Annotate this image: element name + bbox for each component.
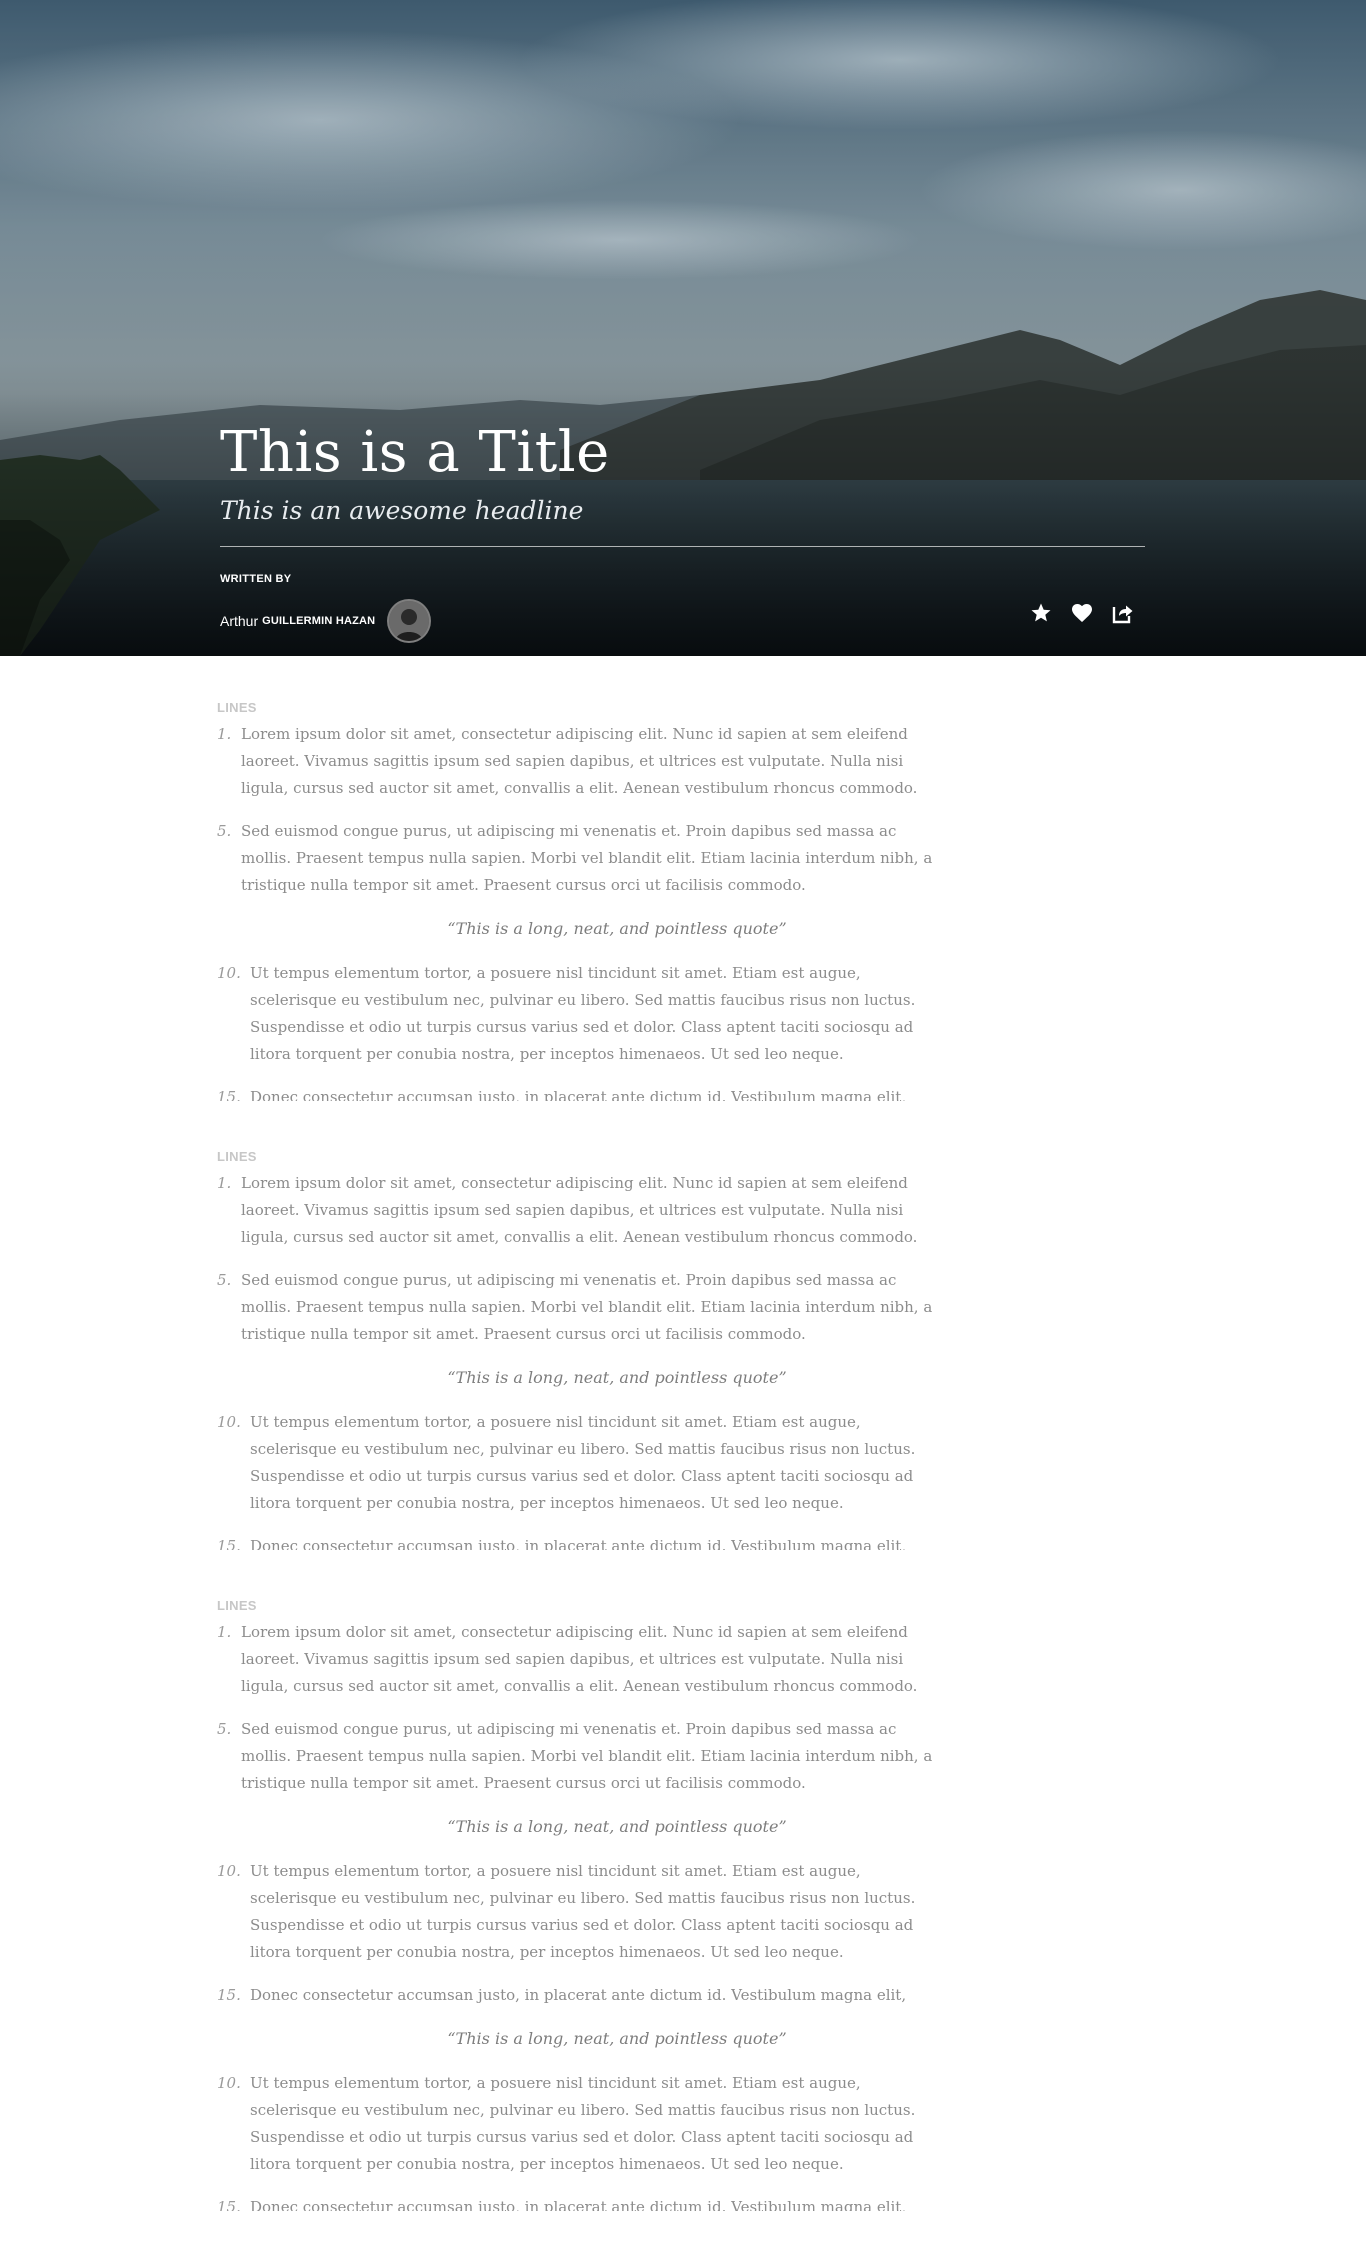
hero-divider [220,546,1145,547]
hero-banner: This is a Title This is an awesome headl… [0,0,1366,656]
numbered-paragraph: 5. Sed euismod congue purus, ut adipiscin… [217,1716,957,1797]
paragraph-text: Sed euismod congue purus, ut adipiscing … [241,1271,933,1343]
paragraph-text: Donec consectetur accumsan justo, in pla… [250,1537,907,1550]
numbered-paragraph: 10. Ut tempus elementum tortor, a posuere… [217,1858,957,1966]
article-body: LINES 1. Lorem ipsum dolor sit amet, conse… [217,700,957,2259]
pull-quote: “This is a long, neat, and pointless quo… [447,919,787,938]
pull-quote: “This is a long, neat, and pointless quo… [447,1368,787,1387]
line-number: 10. [217,1862,241,1880]
numbered-paragraph: 5. Sed euismod congue purus, ut adipiscin… [217,818,957,899]
line-number: 15. [217,1986,241,2004]
hero-content: This is a Title This is an awesome headl… [220,420,1145,643]
share-icon[interactable] [1111,601,1135,625]
line-number: 5. [217,1720,232,1738]
line-number: 5. [217,822,232,840]
author-first-name[interactable]: Arthur [220,613,258,629]
paragraph-text: Sed euismod congue purus, ut adipiscing … [241,822,933,894]
line-number: 1. [217,1623,232,1641]
line-number: 10. [217,1413,241,1431]
line-number: 10. [217,2074,241,2092]
pull-quote: “This is a long, neat, and pointless quo… [447,1817,787,1836]
section-label: LINES [217,1149,257,1164]
numbered-paragraph: 1. Lorem ipsum dolor sit amet, consectetu… [217,1170,957,1251]
heart-icon[interactable] [1070,601,1094,625]
lines-section: LINES 1. Lorem ipsum dolor sit amet, conse… [217,1149,957,1550]
numbered-paragraph: 15. Donec consectetur accumsan justo, in … [217,1533,957,1550]
article-actions [1029,601,1135,625]
section-label: LINES [217,1598,257,1613]
page-headline: This is an awesome headline [220,496,584,525]
numbered-paragraph: 5. Sed euismod congue purus, ut adipiscin… [217,1267,957,1348]
line-number: 15. [217,1537,241,1550]
numbered-paragraph: 1. Lorem ipsum dolor sit amet, consectetu… [217,721,957,802]
lines-section: LINES 1. Lorem ipsum dolor sit amet, conse… [217,700,957,1101]
paragraph-text: Sed euismod congue purus, ut adipiscing … [241,1720,933,1792]
line-number: 15. [217,2198,241,2211]
section-label: LINES [217,700,257,715]
paragraph-text: Donec consectetur accumsan justo, in pla… [250,1986,907,2004]
line-number: 15. [217,1088,241,1101]
author-avatar[interactable] [387,599,432,643]
paragraph-text: Ut tempus elementum tortor, a posuere ni… [250,964,916,1063]
paragraph-text: Lorem ipsum dolor sit amet, consectetur … [241,725,918,797]
numbered-paragraph: 15. Donec consectetur accumsan justo, in … [217,2194,957,2211]
paragraph-text: Lorem ipsum dolor sit amet, consectetur … [241,1174,918,1246]
avatar-image [389,601,430,641]
star-icon[interactable] [1029,601,1053,625]
paragraph-text: Ut tempus elementum tortor, a posuere ni… [250,1862,916,1961]
numbered-paragraph: 10. Ut tempus elementum tortor, a posuere… [217,960,957,1068]
numbered-paragraph: 15. Donec consectetur accumsan justo, in … [217,1982,957,2009]
numbered-paragraph: 15. Donec consectetur accumsan justo, in … [217,1084,957,1101]
written-by-label: WRITTEN BY [220,573,292,585]
numbered-paragraph: 10. Ut tempus elementum tortor, a posuere… [217,1409,957,1517]
line-number: 1. [217,1174,232,1192]
numbered-paragraph: 1. Lorem ipsum dolor sit amet, consectetu… [217,1619,957,1700]
author-last-name[interactable]: GUILLERMIN HAZAN [262,615,375,627]
numbered-paragraph: 10. Ut tempus elementum tortor, a posuere… [217,2070,957,2178]
line-number: 10. [217,964,241,982]
paragraph-text: Donec consectetur accumsan justo, in pla… [250,2198,907,2211]
line-number: 5. [217,1271,232,1289]
author-byline: Arthur GUILLERMIN HAZAN [220,599,1145,643]
paragraph-text: Ut tempus elementum tortor, a posuere ni… [250,2074,916,2173]
paragraph-text: Donec consectetur accumsan justo, in pla… [250,1088,907,1101]
lines-section: LINES 1. Lorem ipsum dolor sit amet, conse… [217,1598,957,2211]
pull-quote: “This is a long, neat, and pointless quo… [447,2029,787,2048]
page-title: This is a Title [220,420,610,485]
paragraph-text: Lorem ipsum dolor sit amet, consectetur … [241,1623,918,1695]
line-number: 1. [217,725,232,743]
paragraph-text: Ut tempus elementum tortor, a posuere ni… [250,1413,916,1512]
